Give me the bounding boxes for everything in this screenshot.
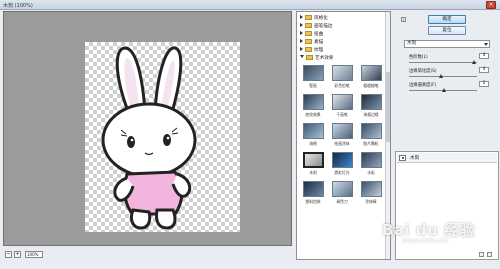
filter-thumb-image: [332, 94, 353, 110]
filter-thumb-image: [361, 152, 382, 168]
filter-thumb-image: [332, 123, 353, 139]
filter-thumb-paint-daubs[interactable]: 绘画涂抹: [328, 123, 356, 151]
folder-icon: [305, 31, 312, 36]
filter-thumb-watercolor[interactable]: 水彩: [357, 152, 385, 180]
filter-thumb-image: [303, 152, 324, 168]
expand-arrow-icon: [300, 23, 303, 27]
category-artistic[interactable]: 艺术效果: [299, 55, 390, 62]
filter-select[interactable]: 木刻: [404, 40, 490, 48]
param-edge-simplicity: 边缘简化度(S) 4: [409, 67, 489, 82]
expand-arrow-icon: [300, 47, 303, 51]
folder-icon: [306, 55, 313, 60]
param-value-input[interactable]: 4: [479, 53, 489, 59]
slider-knob[interactable]: [438, 74, 443, 78]
slider-knob[interactable]: [442, 88, 446, 92]
preview-area[interactable]: [3, 11, 292, 246]
zoom-select[interactable]: 100%: [25, 251, 43, 258]
filter-thumb-image: [303, 65, 324, 81]
folder-icon: [305, 47, 312, 52]
slider-knob[interactable]: [471, 60, 476, 64]
collapse-chevron-icon[interactable]: ‹: [401, 17, 406, 22]
folder-icon: [305, 23, 312, 28]
filter-thumb-film-grain[interactable]: 胶片颗粒: [357, 123, 385, 151]
filter-thumb-colored-pencil[interactable]: 彩色铅笔: [328, 65, 356, 93]
slider-track[interactable]: [409, 62, 477, 63]
filter-thumb-image: [361, 94, 382, 110]
zoom-out-button[interactable]: −: [5, 251, 12, 258]
rabbit-image: [101, 46, 197, 230]
expand-arrow-icon: [300, 31, 303, 35]
title-bar: 木刻 (100%) ×: [0, 0, 500, 10]
effect-layer-row[interactable]: 木刻: [397, 153, 497, 163]
filter-thumb-underpainting[interactable]: 底纹效果: [299, 94, 327, 122]
filter-thumb-dry-brush[interactable]: 干画笔: [328, 94, 356, 122]
filter-thumb-image: [303, 94, 324, 110]
slider-track[interactable]: [409, 76, 477, 77]
category-texture[interactable]: 纹理: [299, 47, 390, 54]
filter-thumb-image: [361, 123, 382, 139]
filter-thumb-image: [361, 65, 382, 81]
collapse-arrow-icon: [300, 55, 304, 58]
dropdown-arrow-icon: [484, 43, 488, 46]
filter-thumb-image: [303, 181, 324, 197]
filter-thumb-plastic-wrap[interactable]: 塑料包装: [299, 181, 327, 209]
folder-icon: [305, 15, 312, 20]
zoom-bar: − + 100%: [3, 250, 292, 259]
param-value-input[interactable]: 4: [479, 67, 489, 73]
filter-thumb-sponge[interactable]: 海绵: [299, 123, 327, 151]
category-distort[interactable]: 扭曲: [299, 31, 390, 38]
category-sketch[interactable]: 素描: [299, 39, 390, 46]
param-edge-fidelity: 边缘逼真度(F) 2: [409, 81, 489, 96]
filter-thumb-image: [361, 181, 382, 197]
category-brush-strokes[interactable]: 画笔描边: [299, 23, 390, 30]
scrollbar-thumb[interactable]: [386, 72, 390, 142]
filter-thumb-smudge-stick[interactable]: 涂抹棒: [357, 181, 385, 209]
filter-thumb-poster-edges[interactable]: 海报边缘: [357, 94, 385, 122]
filter-thumb-image: [332, 65, 353, 81]
filter-thumb-neon-glow[interactable]: 霓虹灯光: [328, 152, 356, 180]
filter-thumb-image: [303, 123, 324, 139]
filter-thumb-fresco[interactable]: 壁画: [299, 65, 327, 93]
eye-icon[interactable]: [399, 155, 406, 161]
filter-thumb-image: [332, 181, 353, 197]
filter-thumb-palette-knife[interactable]: 调色刀: [328, 181, 356, 209]
close-icon[interactable]: ×: [486, 1, 496, 9]
filter-gallery: 风格化 画笔描边 扭曲 素描 纹理 艺术效果 壁画 彩色铅笔 粗糙蜡笔 底纹效果…: [296, 11, 391, 260]
delete-layer-icon[interactable]: [487, 252, 492, 257]
window-title: 木刻 (100%): [3, 3, 33, 9]
expand-arrow-icon: [300, 15, 303, 19]
preview-canvas: [85, 42, 240, 232]
filter-thumb-rough-pastels[interactable]: 粗糙蜡笔: [357, 65, 385, 93]
param-levels: 色阶数(L) 4: [409, 53, 489, 68]
zoom-in-button[interactable]: +: [14, 251, 21, 258]
new-layer-icon[interactable]: [479, 252, 484, 257]
param-value-input[interactable]: 2: [479, 81, 489, 87]
ok-button[interactable]: 确定: [428, 15, 466, 24]
filter-thumb-image: [332, 152, 353, 168]
reset-button[interactable]: 复位: [428, 26, 466, 35]
filter-thumb-cutout[interactable]: 木刻: [299, 152, 327, 180]
folder-icon: [305, 39, 312, 44]
category-stylize[interactable]: 风格化: [299, 15, 390, 22]
baidu-watermark-logo: Bai du 经验 jingyan.baidu.com: [382, 221, 476, 244]
expand-arrow-icon: [300, 39, 303, 43]
